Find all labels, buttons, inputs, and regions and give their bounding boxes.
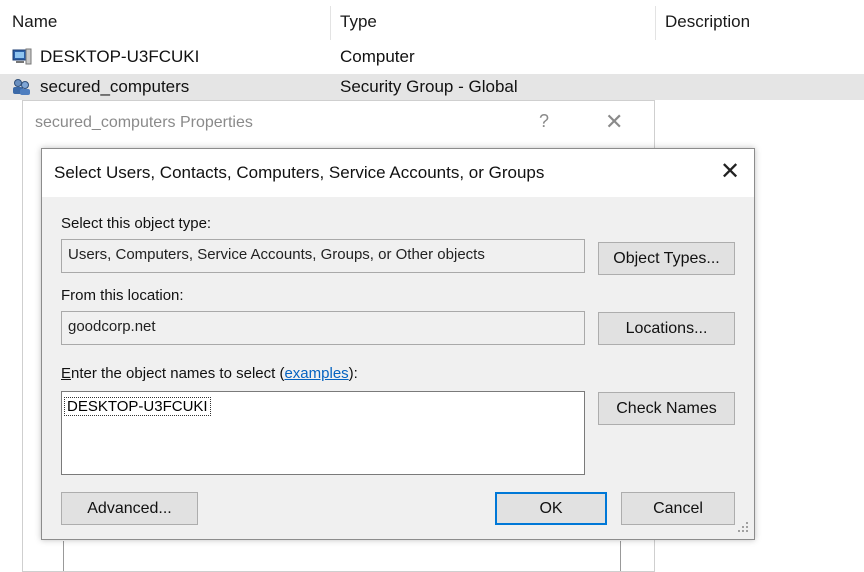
label-text: ): [348, 365, 358, 382]
close-icon[interactable]: ✕ [605, 109, 623, 135]
object-names-input[interactable]: DESKTOP-U3FCUKI [61, 391, 585, 475]
panel-border [63, 541, 64, 571]
object-types-button[interactable]: Object Types... [598, 242, 735, 275]
locations-button[interactable]: Locations... [598, 312, 735, 345]
row-type: Computer [340, 47, 415, 66]
column-header-type[interactable]: Type [340, 12, 377, 32]
object-type-label: Select this object type: [61, 215, 212, 232]
object-names-value[interactable]: DESKTOP-U3FCUKI [64, 397, 211, 416]
row-type: Security Group - Global [340, 77, 518, 96]
list-header: Name Type Description [0, 0, 864, 44]
dialog-titlebar[interactable]: Select Users, Contacts, Computers, Servi… [42, 149, 754, 197]
column-header-name[interactable]: Name [12, 12, 57, 32]
column-header-description[interactable]: Description [665, 12, 750, 32]
help-icon[interactable]: ? [539, 111, 549, 132]
cancel-button[interactable]: Cancel [621, 492, 735, 525]
computer-icon [12, 48, 32, 65]
select-objects-dialog: Select Users, Contacts, Computers, Servi… [41, 148, 755, 540]
column-separator[interactable] [330, 6, 331, 40]
row-name: DESKTOP-U3FCUKI [40, 47, 200, 66]
list-row-desktop[interactable]: DESKTOP-U3FCUKI Computer [0, 44, 864, 70]
object-names-label: Enter the object names to select (exampl… [61, 365, 358, 382]
location-field: goodcorp.net [61, 311, 585, 345]
group-icon [13, 79, 30, 95]
mnemonic-letter: E [61, 365, 72, 382]
dialog-title: Select Users, Contacts, Computers, Servi… [54, 163, 545, 182]
resize-grip-icon[interactable] [737, 521, 749, 533]
location-label: From this location: [61, 287, 184, 304]
object-type-field: Users, Computers, Service Accounts, Grou… [61, 239, 585, 273]
label-text: nter the object names to select ( [71, 365, 285, 382]
check-names-button[interactable]: Check Names [598, 392, 735, 425]
close-icon[interactable]: ✕ [720, 157, 740, 186]
panel-border [620, 541, 621, 571]
row-name: secured_computers [40, 77, 190, 96]
advanced-button[interactable]: Advanced... [61, 492, 198, 525]
properties-title: secured_computers Properties [35, 114, 253, 131]
ok-button[interactable]: OK [495, 492, 607, 525]
list-row-secured-computers[interactable]: secured_computers Security Group - Globa… [0, 74, 864, 100]
column-separator[interactable] [655, 6, 656, 40]
examples-link[interactable]: examples [284, 365, 348, 382]
